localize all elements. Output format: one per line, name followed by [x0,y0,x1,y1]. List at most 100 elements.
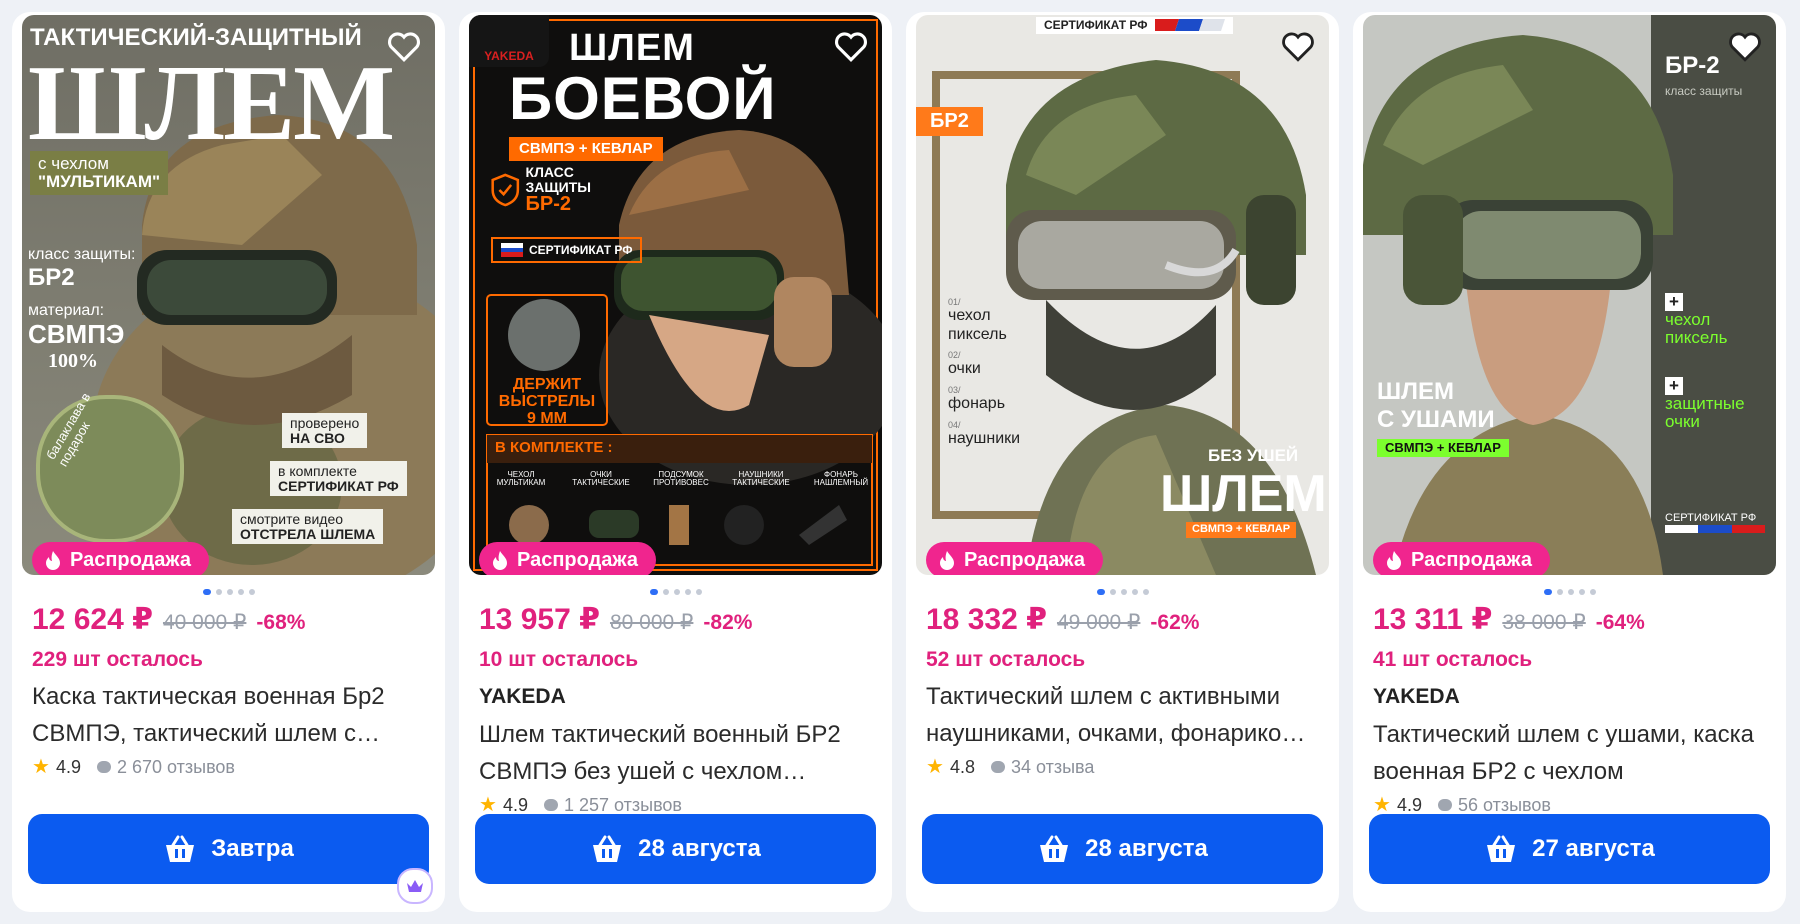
discount: -62% [1150,611,1200,634]
flag-ribbon-icon [1155,19,1226,32]
price: 13 957 ₽ [479,603,600,636]
old-price: 40 000 ₽ [162,611,247,634]
title-block: YAKEDA Тактический шлем с ушами, каска в… [1373,678,1773,818]
basket-icon [593,835,622,862]
delivery-date: 28 августа [638,835,761,862]
product-title[interactable]: Каска тактическая военная Бр2 СВМПЭ, так… [32,678,432,752]
product-title[interactable]: Шлем тактический военный БР2 СВМПЭ без у… [479,716,879,790]
img-class-label: класс защиты [1665,84,1743,98]
add-to-cart-button[interactable]: 28 августа [475,814,876,884]
price-row: 13 957 ₽ 80 000 ₽ -82% [479,602,752,637]
sale-label: Распродажа [1411,548,1532,571]
product-title[interactable]: Тактический шлем с ушами, каска военная … [1373,716,1773,790]
flag-icon [501,243,523,257]
img-list-num: 01/ [948,297,961,307]
product-card[interactable]: YAKEDA ШЛЕМ БОЕВОЙ СВМПЭ + КЕВЛАР КЛАСС … [459,12,892,912]
img-material-value: СВМПЭ [28,319,125,349]
heart-icon[interactable] [834,31,868,63]
comment-icon [96,761,111,773]
img-line2: БОЕВОЙ [509,65,777,132]
img-cert: СЕРТИФИКАТ РФ [1036,17,1234,34]
img-class: КЛАСС ЗАЩИТЫ БР-2 [491,165,591,215]
basket-icon [1487,835,1516,862]
heart-icon[interactable] [1281,31,1315,63]
old-price: 38 000 ₽ [1502,611,1586,634]
img-kit-list: ЧЕХОЛ МУЛЬТИКАМ ОЧКИ ТАКТИЧЕСКИЕ ПОДСУМО… [491,470,871,488]
sale-badge: Распродажа [1373,542,1550,575]
img-h2: С УШАМИ [1377,406,1495,433]
img-tag: БР2 [916,107,983,136]
product-card[interactable]: СЕРТИФИКАТ РФ БР2 01/ чехол пиксель 02/ … [906,12,1339,912]
img-material-label: материал: [28,302,105,319]
img-plus-item: + защитные очки [1665,377,1745,431]
img-class-value: БР-2 [1665,52,1720,79]
product-card[interactable]: БР-2 класс защиты + чехол пиксель + защи… [1353,12,1786,912]
product-image[interactable]: СЕРТИФИКАТ РФ БР2 01/ чехол пиксель 02/ … [916,15,1329,575]
img-tag: СВМПЭ + КЕВЛАР [1377,439,1509,457]
img-list-num: 03/ [948,384,961,395]
img-feature: в комплекте СЕРТИФИКАТ РФ [270,461,407,497]
img-kit-item: ЧЕХОЛ МУЛЬТИКАМ [496,470,546,488]
img-feature-line: проверено [290,415,360,431]
rating-row: ★ 4.9 2 670 отзывов [32,754,432,780]
add-to-cart-button[interactable]: 28 августа [922,814,1323,884]
heart-icon[interactable] [1728,31,1762,63]
product-image[interactable]: БР-2 класс защиты + чехол пиксель + защи… [1363,15,1776,575]
img-list-item: фонарь [948,395,1006,413]
rating-row: ★ 4.8 34 отзыва [926,754,1326,780]
delivery-date: 27 августа [1532,835,1655,862]
img-tag: СВМПЭ + КЕВЛАР [509,137,663,161]
image-pager[interactable] [459,589,892,595]
img-cert-text: СЕРТИФИКАТ РФ [529,242,633,257]
brand-name[interactable]: YAKEDA [479,678,879,716]
comment-icon [990,761,1005,773]
sale-label: Распродажа [517,548,638,571]
img-feature-line: смотрите видео [240,511,344,527]
shield-icon [491,173,520,207]
flag-stripe-icon [1665,524,1765,533]
img-line1: ШЛЕМ [569,27,695,69]
img-cert-text: СЕРТИФИКАТ РФ [1044,18,1148,32]
image-pager[interactable] [12,589,445,595]
img-feature: проверено НА СВО [282,413,368,449]
img-tag-line: "МУЛЬТИКАМ" [38,171,161,191]
img-holds-line: 9 ММ [527,409,567,427]
product-card[interactable]: ТАКТИЧЕСКИЙ-ЗАЩИТНЫЙ ШЛЕМ с чехлом "МУЛЬ… [12,12,445,912]
old-price: 80 000 ₽ [609,611,694,634]
img-list-num: 02/ [948,350,961,361]
product-title[interactable]: Тактический шлем с активными наушниками,… [926,678,1326,752]
image-pager[interactable] [906,589,1339,595]
img-noears: БЕЗ УШЕЙ [1208,446,1299,465]
product-image[interactable]: YAKEDA ШЛЕМ БОЕВОЙ СВМПЭ + КЕВЛАР КЛАСС … [469,15,882,575]
reviews-count[interactable]: 2 670 отзывов [117,754,235,780]
img-list: 01/ чехол пиксель 02/ очки 03/ фонарь 04… [948,297,1020,448]
add-to-cart-button[interactable]: Завтра [28,814,429,884]
img-list-item: наушники [948,429,1021,447]
old-price: 49 000 ₽ [1056,611,1141,634]
add-to-cart-button[interactable]: 27 августа [1369,814,1770,884]
delivery-date: 28 августа [1085,835,1208,862]
product-image[interactable]: ТАКТИЧЕСКИЙ-ЗАЩИТНЫЙ ШЛЕМ с чехлом "МУЛЬ… [22,15,435,575]
sale-badge: Распродажа [479,542,656,575]
title-block: Каска тактическая военная Бр2 СВМПЭ, так… [32,678,432,780]
discount: -82% [703,611,753,634]
price-row: 13 311 ₽ 38 000 ₽ -64% [1373,602,1645,637]
brand-logo: YAKEDA [469,15,549,67]
reviews-count[interactable]: 34 отзыва [1011,754,1094,780]
stock-left: 41 шт осталось [1373,648,1533,671]
discount: -64% [1595,611,1645,634]
comment-icon [543,799,558,811]
comment-icon [1437,799,1452,811]
rating-value: 4.8 [949,757,975,777]
img-list-item: очки [948,360,981,378]
discount: -68% [256,611,306,634]
heart-icon[interactable] [387,31,421,63]
img-holds-line: ДЕРЖИТ [512,376,582,393]
img-big-text: ШЛЕМ [1160,465,1327,523]
product-grid: ТАКТИЧЕСКИЙ-ЗАЩИТНЫЙ ШЛЕМ с чехлом "МУЛЬ… [12,12,1786,912]
image-pager[interactable] [1353,589,1786,595]
sale-badge: Распродажа [926,542,1103,575]
sale-label: Распродажа [964,548,1085,571]
brand-name[interactable]: YAKEDA [1373,678,1773,716]
sale-badge: Распродажа [32,542,209,575]
